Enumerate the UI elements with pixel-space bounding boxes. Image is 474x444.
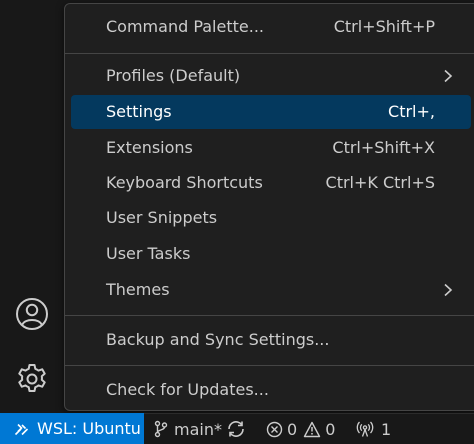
- menu-item-user-tasks[interactable]: User Tasks: [71, 237, 471, 271]
- menu-item-backup-sync[interactable]: Backup and Sync Settings...: [71, 323, 471, 357]
- warning-icon: [303, 421, 321, 438]
- workbench: Command Palette... Ctrl+Shift+P Profiles…: [0, 0, 474, 444]
- problems-status[interactable]: 0 0: [266, 414, 335, 444]
- git-branch-icon: [154, 420, 168, 438]
- menu-item-shortcut: Ctrl+Shift+X: [332, 138, 435, 157]
- ports-status[interactable]: 1: [356, 414, 391, 444]
- menu-item-shortcut: Ctrl+,: [388, 102, 435, 121]
- error-count: 0: [287, 419, 298, 439]
- activity-bar: [0, 0, 64, 413]
- remote-label: WSL: Ubuntu: [37, 419, 141, 438]
- broadcast-icon: [356, 420, 374, 438]
- gear-icon-graphic: [18, 364, 46, 392]
- sync-icon[interactable]: [226, 414, 246, 444]
- status-bar: WSL: Ubuntu main* 0 0 1: [0, 413, 474, 444]
- menu-item-label: Extensions: [106, 138, 193, 157]
- manage-menu: Command Palette... Ctrl+Shift+P Profiles…: [64, 3, 474, 411]
- chevron-right-icon: [443, 273, 453, 307]
- accounts-icon-graphic: [16, 298, 48, 330]
- menu-item-command-palette[interactable]: Command Palette... Ctrl+Shift+P: [71, 10, 471, 44]
- menu-item-label: Command Palette...: [106, 17, 264, 36]
- menu-item-label: Backup and Sync Settings...: [106, 330, 330, 349]
- remote-icon: [14, 421, 29, 436]
- menu-item-shortcut: Ctrl+K Ctrl+S: [325, 173, 435, 192]
- menu-item-label: Settings: [106, 102, 172, 121]
- accounts-icon[interactable]: [14, 296, 50, 332]
- menu-separator: [65, 365, 474, 366]
- menu-item-label: User Snippets: [106, 208, 218, 227]
- menu-item-extensions[interactable]: Extensions Ctrl+Shift+X: [71, 131, 471, 165]
- gear-icon[interactable]: [14, 361, 50, 397]
- menu-item-label: Check for Updates...: [106, 380, 269, 399]
- warning-count: 0: [325, 419, 336, 439]
- chevron-right-icon: [443, 59, 453, 93]
- menu-item-label: Profiles (Default): [106, 66, 241, 85]
- menu-item-profiles[interactable]: Profiles (Default): [71, 59, 471, 93]
- menu-item-label: Themes: [106, 280, 170, 299]
- menu-separator: [65, 315, 474, 316]
- remote-indicator[interactable]: WSL: Ubuntu: [0, 413, 144, 444]
- menu-item-themes[interactable]: Themes: [71, 273, 471, 307]
- error-icon: [266, 421, 283, 438]
- menu-item-user-snippets[interactable]: User Snippets: [71, 201, 471, 235]
- menu-item-label: User Tasks: [106, 244, 191, 263]
- ports-count: 1: [381, 419, 392, 439]
- menu-item-label: Keyboard Shortcuts: [106, 173, 263, 192]
- menu-item-keyboard-shortcuts[interactable]: Keyboard Shortcuts Ctrl+K Ctrl+S: [71, 166, 471, 200]
- menu-item-check-updates[interactable]: Check for Updates...: [71, 373, 471, 407]
- menu-separator: [65, 53, 474, 54]
- branch-name: main*: [174, 419, 222, 439]
- menu-item-settings[interactable]: Settings Ctrl+,: [71, 95, 471, 129]
- branch-status[interactable]: main*: [154, 414, 222, 444]
- menu-item-shortcut: Ctrl+Shift+P: [333, 17, 435, 36]
